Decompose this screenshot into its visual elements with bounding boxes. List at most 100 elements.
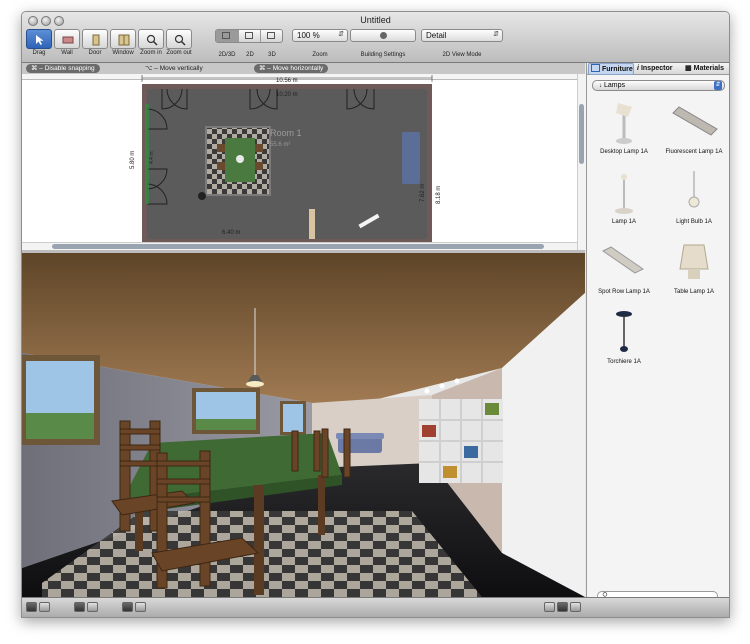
- plan-vertical-scrollbar[interactable]: [577, 74, 586, 250]
- light-bulb-icon: [688, 171, 700, 208]
- hint-disable-snapping: ⌘ – Disable snapping: [26, 64, 100, 73]
- zoom-in-button[interactable]: [138, 29, 164, 49]
- window-icon: [118, 34, 130, 46]
- top-inner-dimension: 10.20 m: [276, 92, 298, 98]
- catalog-item-lamp[interactable]: Lamp 1A: [589, 169, 659, 231]
- building-settings-label: Building Settings: [360, 52, 406, 58]
- catalog-item-fluorescent-lamp[interactable]: Fluorescent Lamp 1A: [659, 99, 729, 161]
- zoom-in-icon: [146, 34, 158, 46]
- floor-lamp-icon: [615, 174, 633, 214]
- desktop-lamp-icon: [616, 103, 632, 144]
- catalog-panel: Furniture i Inspector ▦ Materials ↓ Lamps …: [586, 63, 729, 601]
- catalog-item-table-lamp[interactable]: Table Lamp 1A: [659, 239, 729, 301]
- 3d-scene-canvas[interactable]: [22, 253, 585, 597]
- table-lamp-icon: [679, 244, 709, 279]
- catalog-item-torchiere[interactable]: Torchiere 1A: [589, 309, 659, 371]
- catalog-item-label: Spot Row Lamp 1A: [598, 289, 650, 295]
- view-2d-mode-label: 2D View Mode: [442, 52, 482, 58]
- tab-furniture[interactable]: Furniture: [588, 63, 634, 75]
- room-area-label: 55.6 m²: [270, 142, 290, 148]
- plan-vertical-scroll-thumb[interactable]: [579, 104, 584, 164]
- catalog-item-label: Lamp 1A: [611, 219, 636, 225]
- virtual-visitor-button[interactable]: [544, 602, 555, 612]
- room-name-label: Room 1: [270, 128, 302, 138]
- window-title: Untitled: [360, 15, 391, 25]
- catalog-item-label: Desktop Lamp 1A: [600, 149, 648, 155]
- create-photo-button[interactable]: [122, 602, 133, 612]
- view-2d-label: 2D: [246, 52, 254, 58]
- window-tool-button[interactable]: [110, 29, 136, 49]
- main-window: Untitled Drag Wall Door Window Zoom in Z…: [21, 11, 730, 618]
- bottom-segment-dimension: 6.40 m: [222, 230, 240, 236]
- wall-icon: [62, 36, 74, 44]
- aerial-view-button[interactable]: [74, 602, 85, 612]
- view-2d-mode-value: Detail: [426, 31, 447, 40]
- catalog-item-spot-row-lamp[interactable]: Spot Row Lamp 1A: [589, 239, 659, 301]
- right-inner-dimension: 7.62 m: [420, 184, 426, 202]
- tab-materials[interactable]: ▦ Materials: [685, 64, 729, 74]
- room-floor: [147, 89, 427, 239]
- door-tool-button[interactable]: [82, 29, 108, 49]
- lamp-category-icon: ↓: [599, 83, 602, 89]
- panel-tabs: Furniture i Inspector ▦ Materials: [587, 63, 729, 75]
- view-3d-label: 3D: [268, 52, 276, 58]
- left-height-dimension: 5.80 m: [130, 151, 136, 169]
- building-settings-button[interactable]: [350, 29, 416, 42]
- zoom-out-button[interactable]: [166, 29, 192, 49]
- info-icon: i: [637, 65, 639, 72]
- catalog-item-label: Table Lamp 1A: [673, 289, 715, 295]
- view-3d-segment[interactable]: [261, 30, 283, 42]
- view-mode-segmented-control: [215, 29, 283, 43]
- 3d-view-icon: [267, 32, 275, 39]
- zoom-out-label: Zoom out: [166, 50, 192, 56]
- home-view-button[interactable]: [570, 602, 581, 612]
- left-small-dimension: 4.4 m: [149, 151, 155, 164]
- hint-move-horizontally: ⌘ – Move horizontally: [254, 64, 329, 73]
- gear-icon: [379, 32, 387, 39]
- record-button[interactable]: [26, 602, 37, 612]
- catalog-item-label: Light Bulb 1A: [676, 219, 712, 225]
- zoom-select[interactable]: 100 % ⇵: [292, 29, 348, 42]
- grid-icon: ▦: [685, 65, 692, 72]
- select-arrows-icon: ⇵: [714, 81, 722, 90]
- tab-inspector[interactable]: i Inspector: [637, 64, 683, 74]
- zoom-out-icon: [174, 34, 186, 46]
- torchiere-icon: [616, 311, 632, 352]
- view-2d3d-segment[interactable]: [216, 30, 239, 42]
- view-2d-segment[interactable]: [239, 30, 261, 42]
- arrow-pointer-icon: [36, 35, 44, 45]
- furniture-tab-icon: [591, 64, 600, 72]
- rotate-view-button[interactable]: [87, 602, 98, 612]
- tab-inspector-label: Inspector: [640, 65, 673, 72]
- status-bar: [22, 597, 729, 617]
- door-icon: [92, 34, 100, 46]
- stepper-arrows-icon: ⇵: [493, 31, 499, 38]
- create-video-button[interactable]: [135, 602, 146, 612]
- catalog-item-desktop-lamp[interactable]: Desktop Lamp 1A: [589, 99, 659, 161]
- view-2d3d-label: 2D/3D: [218, 52, 236, 58]
- plan-horizontal-scroll-thumb[interactable]: [52, 244, 544, 249]
- catalog-item-light-bulb[interactable]: Light Bulb 1A: [659, 169, 729, 231]
- wall-tool-button[interactable]: [54, 29, 80, 49]
- walk-mode-button[interactable]: [557, 602, 568, 612]
- plan-view-icon: [245, 32, 253, 39]
- overall-width-dimension: 10.56 m: [276, 78, 298, 84]
- catalog-item-label: Torchiere 1A: [607, 359, 641, 365]
- drag-tool-button[interactable]: [26, 29, 52, 49]
- category-value: Lamps: [603, 82, 625, 89]
- stepper-arrows-icon: ⇵: [338, 31, 344, 38]
- fluorescent-lamp-icon: [672, 106, 718, 136]
- hint-move-vertically: ⌥ – Move vertically: [145, 65, 203, 72]
- right-outer-dimension: 8.18 m: [436, 186, 442, 204]
- tab-furniture-label: Furniture: [602, 66, 633, 73]
- catalog-item-label: Fluorescent Lamp 1A: [665, 149, 723, 155]
- floor-plan-canvas[interactable]: Room 1 55.6 m² 10.56 m 10.20 m 5.80 m 4.…: [22, 74, 577, 242]
- split-view-icon: [222, 32, 230, 39]
- stop-button[interactable]: [39, 602, 50, 612]
- 3d-view[interactable]: [22, 253, 585, 597]
- spot-row-lamp-icon: [602, 246, 644, 274]
- view-2d-mode-select[interactable]: Detail ⇵: [421, 29, 503, 42]
- category-select[interactable]: ↓ Lamps ⇵: [592, 80, 725, 91]
- floor-plan-view[interactable]: Room 1 55.6 m² 10.56 m 10.20 m 5.80 m 4.…: [22, 74, 586, 251]
- toolbar: Untitled Drag Wall Door Window Zoom in Z…: [22, 12, 729, 63]
